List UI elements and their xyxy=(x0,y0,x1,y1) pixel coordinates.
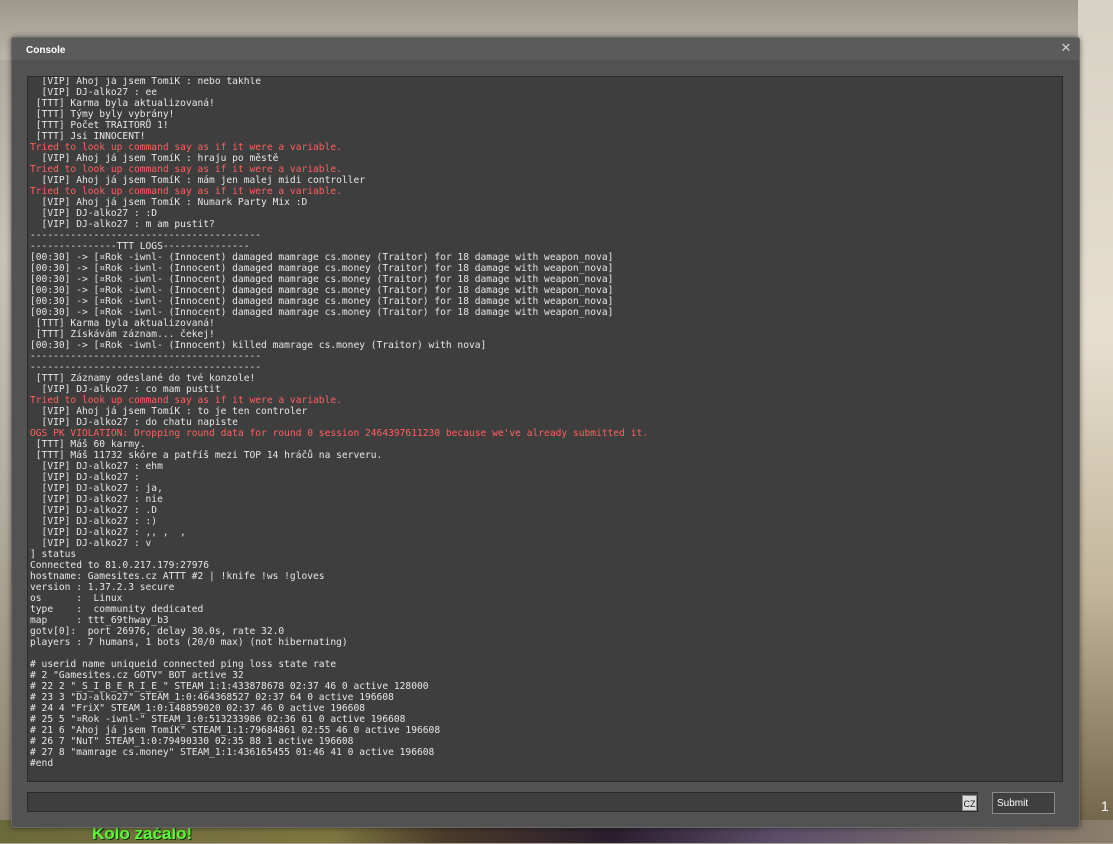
console-window: Console ✕ [VIP] Ahoj já jsem TomíK : neb… xyxy=(11,37,1080,828)
console-line: # 23 3 "DJ-alko27" STEAM_1:0:464368527 0… xyxy=(30,692,394,703)
console-line: [VIP] DJ-alko27 : co mam pustit xyxy=(30,384,221,395)
console-line: [VIP] DJ-alko27 : ,, , , xyxy=(30,527,186,538)
console-line: [VIP] DJ-alko27 : nie xyxy=(30,494,163,505)
console-line: [TTT] Jsi INNOCENT! xyxy=(30,131,146,142)
submit-button[interactable]: Submit xyxy=(992,792,1055,814)
console-line: #end xyxy=(30,758,54,769)
console-line: [VIP] DJ-alko27 : :D xyxy=(30,208,158,219)
console-line: ---------------------------------------- xyxy=(30,230,262,241)
console-line: [VIP] Ahoj já jsem TomíK : mám jen malej… xyxy=(30,175,366,186)
console-error-line: OGS PK VIOLATION: Dropping round data fo… xyxy=(30,428,649,439)
console-line: [VIP] DJ-alko27 : do chatu napiste xyxy=(30,417,238,428)
console-line: # 26 7 "NuT" STEAM_1:0:79490330 02:35 88… xyxy=(30,736,354,747)
console-line: # 21 6 "Ahoj já jsem TomíK" STEAM_1:1:79… xyxy=(30,725,441,736)
console-line: hostname: Gamesites.cz ATTT #2 | !knife … xyxy=(30,571,325,582)
console-line: [VIP] Ahoj já jsem TomíK : nebo takhle xyxy=(30,76,262,87)
console-line: [TTT] Máš 11732 skóre a patříš mezi TOP … xyxy=(30,450,383,461)
console-line: gotv[0]: port 26976, delay 30.0s, rate 3… xyxy=(30,626,285,637)
console-line: # 27 8 "mamrage cs.money" STEAM_1:1:4361… xyxy=(30,747,435,758)
console-line: [TTT] Záznamy odeslané do tvé konzole! xyxy=(30,373,256,384)
console-line: [VIP] Ahoj já jsem TomíK : Numark Party … xyxy=(30,197,308,208)
console-error-line: Tried to look up command say as if it we… xyxy=(30,395,342,406)
console-error-line: Tried to look up command say as if it we… xyxy=(30,142,342,153)
console-line: ---------------------------------------- xyxy=(30,362,262,373)
console-line: [VIP] DJ-alko27 : ehm xyxy=(30,461,163,472)
console-line: [TTT] Získávám záznam... čekej! xyxy=(30,329,215,340)
console-line: [00:30] -> [¤Rok -iwnl- (Innocent) damag… xyxy=(30,252,614,263)
console-line: [TTT] Máš 60 karmy. xyxy=(30,439,146,450)
console-line: [VIP] DJ-alko27 : v xyxy=(30,538,152,549)
console-line: [TTT] Karma byla aktualizovaná! xyxy=(30,318,215,329)
console-title: Console xyxy=(26,45,66,56)
console-line: players : 7 humans, 1 bots (20/0 max) (n… xyxy=(30,637,348,648)
console-output[interactable]: [VIP] Ahoj já jsem TomíK : nebo takhle [… xyxy=(27,76,1063,782)
console-line: [VIP] Ahoj já jsem TomíK : hraju po měst… xyxy=(30,153,279,164)
console-error-line: Tried to look up command say as if it we… xyxy=(30,186,342,197)
console-line: [VIP] DJ-alko27 : ja, xyxy=(30,483,163,494)
console-line: os : Linux xyxy=(30,593,123,604)
console-line: [VIP] DJ-alko27 : ee xyxy=(30,87,158,98)
console-lines: [VIP] Ahoj já jsem TomíK : nebo takhle [… xyxy=(30,76,1045,769)
console-line: Connected to 81.0.217.179:27976 xyxy=(30,560,210,571)
console-command-input[interactable] xyxy=(27,792,978,812)
console-line: ---------------------------------------- xyxy=(30,351,262,362)
console-titlebar[interactable]: Console ✕ xyxy=(12,38,1079,60)
console-line: # 24 4 "FriX" STEAM_1:0:148859020 02:37 … xyxy=(30,703,366,714)
console-line: [00:30] -> [¤Rok -iwnl- (Innocent) damag… xyxy=(30,307,614,318)
console-line: [TTT] Karma byla aktualizovaná! xyxy=(30,98,215,109)
console-line: # 22 2 "_S_I_B_E_R_I_E_" STEAM_1:1:43387… xyxy=(30,681,429,692)
console-line: [VIP] DJ-alko27 : xyxy=(30,472,140,483)
console-line: [VIP] Ahoj já jsem TomíK : to je ten con… xyxy=(30,406,308,417)
console-line: version : 1.37.2.3 secure xyxy=(30,582,175,593)
console-line: [VIP] DJ-alko27 : .D xyxy=(30,505,158,516)
console-line: [00:30] -> [¤Rok -iwnl- (Innocent) damag… xyxy=(30,274,614,285)
close-icon[interactable]: ✕ xyxy=(1059,42,1073,56)
output-scrollbar[interactable]: ▲ ▼ xyxy=(1062,77,1063,781)
console-line: type : community dedicated xyxy=(30,604,204,615)
language-indicator[interactable]: CZ xyxy=(962,795,977,811)
console-line: # 2 "Gamesites.cz GOTV" BOT active 32 xyxy=(30,670,244,681)
console-line: [00:30] -> [¤Rok -iwnl- (Innocent) damag… xyxy=(30,263,614,274)
console-error-line: Tried to look up command say as if it we… xyxy=(30,164,342,175)
console-line: [TTT] Týmy byly vybrány! xyxy=(30,109,175,120)
console-line: ] status xyxy=(30,549,77,560)
console-line: [00:30] -> [¤Rok -iwnl- (Innocent) damag… xyxy=(30,296,614,307)
console-line: [00:30] -> [¤Rok -iwnl- (Innocent) kille… xyxy=(30,340,487,351)
console-line: ---------------TTT LOGS--------------- xyxy=(30,241,250,252)
console-line: [TTT] Počet TRAITORŮ 1! xyxy=(30,120,169,131)
console-line: [VIP] DJ-alko27 : :) xyxy=(30,516,158,527)
game-background-wall xyxy=(1078,0,1113,843)
hud-counter: 1 xyxy=(1101,798,1109,814)
console-line: [00:30] -> [¤Rok -iwnl- (Innocent) damag… xyxy=(30,285,614,296)
console-line: [VIP] DJ-alko27 : m am pustit? xyxy=(30,219,215,230)
console-line: # 25 5 "¤Rok -iwnl-" STEAM_1:0:513233986… xyxy=(30,714,406,725)
console-line: map : ttt_69thway_b3 xyxy=(30,615,169,626)
console-line: # userid name uniqueid connected ping lo… xyxy=(30,659,337,670)
